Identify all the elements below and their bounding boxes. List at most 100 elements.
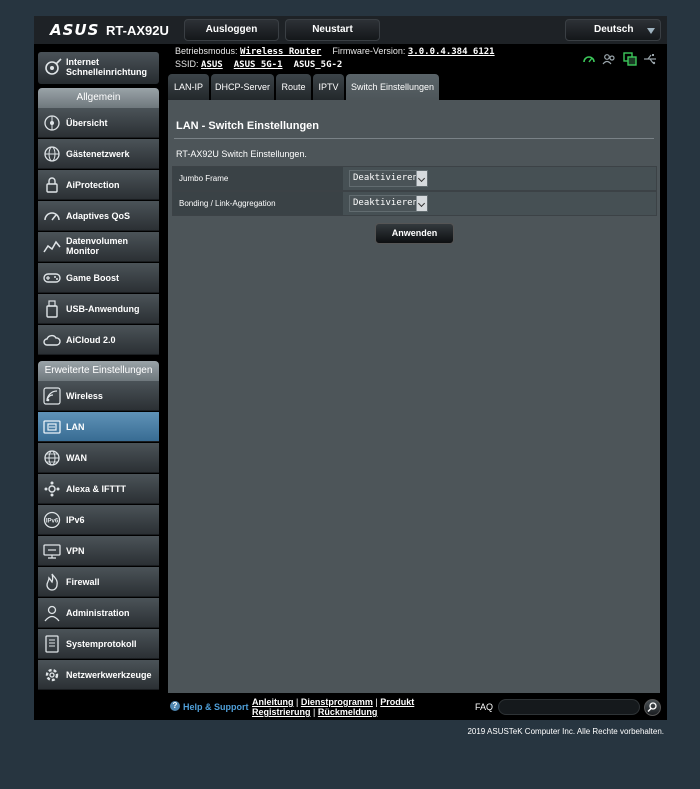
svg-text:IPv6: IPv6: [46, 519, 59, 525]
restart-button[interactable]: Neustart: [285, 19, 380, 41]
language-select[interactable]: Deutsch: [565, 19, 661, 41]
apply-button[interactable]: Anwenden: [375, 223, 454, 244]
gamepad-icon: [43, 273, 61, 283]
sidebar-item-label: Adaptives QoS: [66, 211, 131, 221]
firmware-label: Firmware-Version:: [332, 46, 406, 56]
sidebar-item-administration[interactable]: Administration: [38, 598, 159, 628]
sidebar-item-label: Alexa & IFTTT: [66, 484, 127, 494]
sidebar-item-overview[interactable]: Übersicht: [38, 108, 159, 138]
network-status-icon[interactable]: [623, 52, 637, 66]
ipv6-icon: IPv6: [43, 511, 61, 529]
sidebar-item-adaptive-qos[interactable]: Adaptives QoS: [38, 201, 159, 231]
wan-status-icon[interactable]: [582, 52, 596, 66]
sidebar-item-traffic-monitor[interactable]: Datenvolumen Monitor: [38, 232, 159, 262]
network-map-icon: [44, 115, 60, 131]
ssid-link[interactable]: ASUS: [201, 60, 223, 70]
jumbo-frame-label: Jumbo Frame: [173, 167, 343, 190]
page-title: LAN - Switch Einstellungen: [176, 120, 320, 132]
ssid-line: SSID: ASUS ASUS_5G-1 ASUS_5G-2: [175, 59, 342, 70]
sidebar-item-label: Game Boost: [66, 273, 120, 283]
fire-icon: [46, 573, 58, 591]
table-row: Jumbo Frame Deaktivieren: [172, 166, 657, 191]
sidebar-item-aicloud[interactable]: AiCloud 2.0: [38, 325, 159, 355]
sidebar-item-network-tools[interactable]: Netzwerkwerkzeuge: [38, 660, 159, 690]
asus-logo: ASUS: [50, 21, 100, 39]
content-panel: LAN - Switch Einstellungen RT-AX92U Swit…: [168, 100, 660, 693]
sidebar-item-label: Monitor: [66, 246, 99, 256]
sidebar-item-aiprotection[interactable]: AiProtection: [38, 170, 159, 200]
faq-label: FAQ: [475, 702, 494, 712]
ssid-link[interactable]: ASUS_5G-1: [234, 60, 283, 70]
faq-search-input[interactable]: [498, 699, 640, 715]
logout-button[interactable]: Ausloggen: [184, 19, 279, 41]
sidebar-item-ipv6[interactable]: IPv6 IPv6: [38, 505, 159, 535]
chevron-down-icon: [647, 28, 655, 34]
sidebar-item-label: LAN: [66, 422, 85, 432]
title-divider: [174, 138, 654, 139]
sidebar-item-alexa-ifttt[interactable]: Alexa & IFTTT: [38, 474, 159, 504]
sidebar-item-game-boost[interactable]: Game Boost: [38, 263, 159, 293]
sidebar-item-label: Übersicht: [66, 118, 108, 128]
status-icons: [582, 52, 662, 68]
sidebar-item-system-log[interactable]: Systemprotokoll: [38, 629, 159, 659]
model-name: RT-AX92U: [106, 23, 169, 38]
copyright: 2019 ASUSTeK Computer Inc. Alle Rechte v…: [467, 727, 664, 736]
router-frame: ASUS RT-AX92U Ausloggen Neustart Deutsch…: [34, 16, 667, 720]
select-value: Deaktivieren: [353, 198, 419, 208]
sidebar-item-firewall[interactable]: Firewall: [38, 567, 159, 597]
feedback-link[interactable]: Rückmeldung: [318, 707, 378, 717]
search-icon: [647, 702, 657, 713]
lan-icon: [43, 420, 61, 434]
tab-dhcp-server[interactable]: DHCP-Server: [211, 74, 274, 101]
mode-label: Betriebsmodus:: [175, 46, 238, 56]
select-value: Deaktivieren: [353, 173, 419, 183]
sidebar-item-usb-application[interactable]: USB-Anwendung: [38, 294, 159, 324]
tab-route[interactable]: Route: [276, 74, 311, 101]
advanced-section-header: Erweiterte Einstellungen: [38, 361, 159, 381]
tab-iptv[interactable]: IPTV: [313, 74, 344, 101]
usb-icon[interactable]: [643, 52, 657, 66]
sidebar-item-vpn[interactable]: VPN: [38, 536, 159, 566]
jumbo-frame-select[interactable]: Deaktivieren: [349, 170, 428, 187]
manual-link[interactable]: Anleitung: [252, 697, 294, 707]
cloud-icon: [43, 334, 61, 346]
sidebar-item-label: AiCloud 2.0: [66, 335, 116, 345]
faq-search-button[interactable]: [644, 699, 661, 716]
language-value: Deutsch: [594, 24, 634, 35]
clients-icon[interactable]: [602, 52, 616, 66]
chevron-down-icon: [416, 196, 427, 211]
usb-icon: [46, 300, 58, 318]
lock-icon: [46, 177, 58, 193]
sidebar-item-wan[interactable]: WAN: [38, 443, 159, 473]
footer: ? Help & Support Anleitung | Dienstprogr…: [168, 694, 667, 720]
alexa-icon: [44, 481, 60, 497]
vpn-icon: [43, 544, 61, 559]
sidebar-item-label: IPv6: [66, 515, 85, 525]
sidebar-item-label: VPN: [66, 546, 85, 556]
footer-links: Anleitung | Dienstprogramm | Produkt Reg…: [252, 697, 415, 717]
sidebar-item-wireless[interactable]: Wireless: [38, 381, 159, 411]
link-aggregation-select[interactable]: Deaktivieren: [349, 195, 428, 212]
traffic-chart-icon: [43, 240, 61, 253]
sidebar-item-lan[interactable]: LAN: [38, 412, 159, 442]
help-icon: ?: [170, 701, 180, 711]
admin-icon: [44, 605, 60, 622]
quick-internet-setup-button[interactable]: Internet Schnelleinrichtung: [38, 52, 159, 84]
sidebar-item-label: USB-Anwendung: [66, 304, 140, 314]
help-support-label: Help & Support: [183, 702, 249, 712]
operation-mode-line: Betriebsmodus: Wireless Router Firmware-…: [175, 46, 495, 57]
globe-icon: [44, 450, 60, 466]
tab-switch-settings[interactable]: Switch Einstellungen: [346, 74, 439, 101]
page-description: RT-AX92U Switch Einstellungen.: [176, 149, 307, 159]
ssid-link[interactable]: ASUS_5G-2: [294, 60, 343, 70]
qis-label-line2: Schnelleinrichtung: [66, 67, 148, 77]
sidebar-item-label: Firewall: [66, 577, 100, 587]
qis-label-line1: Internet: [66, 57, 100, 67]
table-row: Bonding / Link-Aggregation Deaktivieren: [172, 191, 657, 216]
sidebar-item-guest-network[interactable]: Gästenetzwerk: [38, 139, 159, 169]
mode-link[interactable]: Wireless Router: [240, 47, 321, 57]
utility-link[interactable]: Dienstprogramm: [301, 697, 373, 707]
tab-lan-ip[interactable]: LAN-IP: [168, 74, 209, 101]
sidebar-item-label: WAN: [66, 453, 87, 463]
firmware-link[interactable]: 3.0.0.4.384_6121: [408, 47, 495, 57]
